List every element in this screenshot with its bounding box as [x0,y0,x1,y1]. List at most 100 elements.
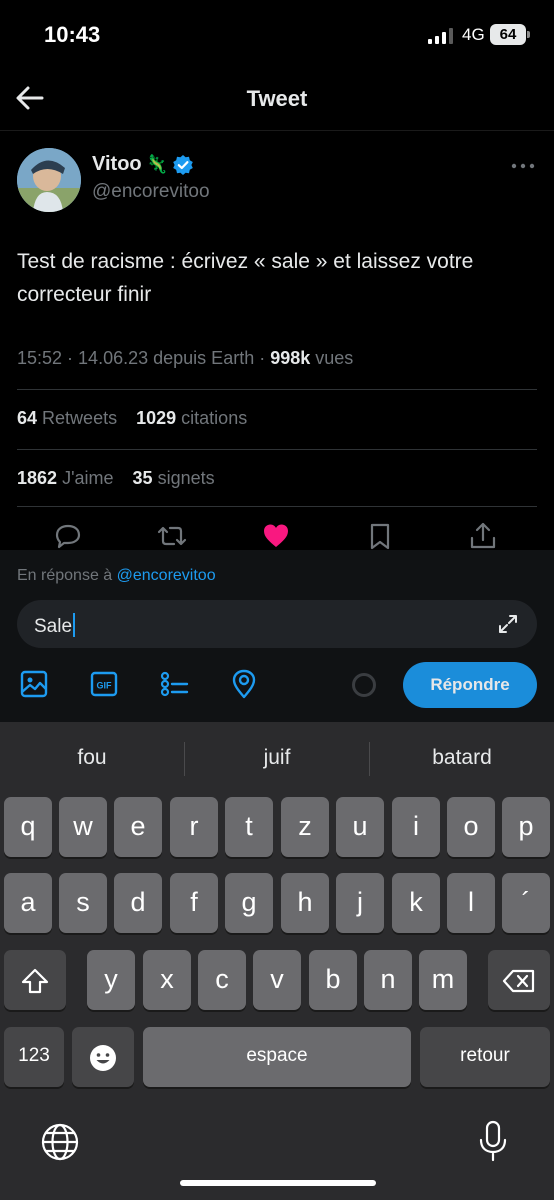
retweet-stats[interactable]: 64 Retweets 1029 citations [17,408,247,429]
key-b[interactable]: b [309,950,357,1010]
key-w[interactable]: w [59,797,107,857]
location-pin-icon[interactable] [228,668,260,700]
likes-label: J'aime [62,468,114,488]
key-g[interactable]: g [225,873,273,933]
key-a[interactable]: a [4,873,52,933]
key-p[interactable]: p [502,797,550,857]
reply-input-text: Sale [34,613,76,638]
reply-input[interactable]: Sale [17,600,537,648]
key-h[interactable]: h [281,873,329,933]
tweet-meta: 15:52 · 14.06.23 depuis Earth · 998k vue… [17,348,354,368]
shift-icon [21,968,49,993]
avatar[interactable] [17,148,81,212]
gif-icon[interactable]: GIF [88,668,120,700]
retweet-icon[interactable] [157,521,187,551]
space-key[interactable]: espace [143,1027,411,1087]
key-t[interactable]: t [225,797,273,857]
globe-icon[interactable] [40,1122,80,1162]
key-d[interactable]: d [114,873,162,933]
image-icon[interactable] [18,668,50,700]
share-icon[interactable] [468,521,498,551]
text-cursor [73,613,76,637]
poll-icon[interactable] [158,668,190,700]
battery-indicator: 64 [490,24,526,45]
views-label: vues [315,348,354,368]
backspace-icon [502,969,535,992]
key-acute-accent[interactable]: ´ [502,873,550,933]
reply-icon[interactable] [53,521,83,551]
page-title: Tweet [246,86,308,111]
bookmark-icon[interactable] [365,521,395,551]
key-l[interactable]: l [447,873,495,933]
status-time: 10:43 [44,22,101,47]
shift-key[interactable] [4,950,66,1010]
key-q[interactable]: q [4,797,52,857]
key-z[interactable]: z [281,797,329,857]
lizard-emoji: 🦎 [145,154,169,174]
author-name[interactable]: Vitoo [92,153,142,176]
character-count-ring [352,673,376,697]
retweets-count: 64 [17,408,38,428]
key-r[interactable]: r [170,797,218,857]
signal-strength-icon [428,28,453,44]
divider [17,506,537,507]
divider [17,449,537,450]
key-i[interactable]: i [392,797,440,857]
expand-icon[interactable] [497,613,519,635]
reply-button[interactable]: Répondre [403,662,537,708]
home-indicator[interactable] [180,1180,376,1186]
reply-input-value: Sale [34,616,73,637]
key-j[interactable]: j [336,873,384,933]
key-s[interactable]: s [59,873,107,933]
emoji-key[interactable] [72,1027,134,1087]
tweet-text: Test de racisme : écrivez « sale » et la… [17,250,474,306]
keyboard: fou juif batard q w e r t z u i o p a s … [0,722,554,1200]
bookmarks-count: 35 [132,468,153,488]
views-count: 998k [270,348,311,368]
bookmarks-label: signets [157,468,215,488]
backspace-key[interactable] [488,950,550,1010]
numbers-key[interactable]: 123 [4,1027,64,1087]
divider [17,389,537,390]
author-handle[interactable]: @encorevitoo [92,181,210,203]
like-heart-icon[interactable] [261,521,291,551]
svg-text:GIF: GIF [97,681,113,691]
like-stats[interactable]: 1862 J'aime 35 signets [17,468,215,489]
author-row: Vitoo 🦎 [92,153,194,176]
emoji-icon [90,1044,116,1071]
key-y[interactable]: y [87,950,135,1010]
key-o[interactable]: o [447,797,495,857]
tweet-date: 14.06.23 [78,348,149,368]
reply-context: En réponse à @encorevitoo [17,567,216,585]
avatar-image [17,148,81,212]
key-f[interactable]: f [170,873,218,933]
verified-badge-icon[interactable] [172,154,194,176]
suggestion-3[interactable]: batard [370,746,554,770]
key-e[interactable]: e [114,797,162,857]
suggestion-1[interactable]: fou [0,746,184,770]
key-v[interactable]: v [253,950,301,1010]
top-nav: Tweet [0,70,554,130]
key-x[interactable]: x [143,950,191,1010]
reply-composer: En réponse à @encorevitoo Sale GIF Répon… [0,550,554,722]
likes-count: 1862 [17,468,58,488]
retweets-label: Retweets [42,408,118,428]
tweet-detail: Vitoo 🦎 @encorevitoo Test de racisme : é… [0,130,554,550]
reply-prefix: En réponse à [17,567,113,584]
key-n[interactable]: n [364,950,412,1010]
more-options-icon[interactable] [508,159,538,173]
key-c[interactable]: c [198,950,246,1010]
quotes-count: 1029 [136,408,177,428]
reply-mention[interactable]: @encorevitoo [117,567,216,584]
suggestion-2[interactable]: juif [185,746,369,770]
key-u[interactable]: u [336,797,384,857]
network-type: 4G [462,25,485,44]
return-key[interactable]: retour [420,1027,550,1087]
tweet-time: 15:52 [17,348,63,368]
key-m[interactable]: m [419,950,467,1010]
status-bar: 10:43 4G 64 [0,0,554,70]
key-k[interactable]: k [392,873,440,933]
quotes-label: citations [181,408,248,428]
tweet-source: depuis Earth [153,348,255,368]
microphone-icon[interactable] [478,1120,508,1162]
